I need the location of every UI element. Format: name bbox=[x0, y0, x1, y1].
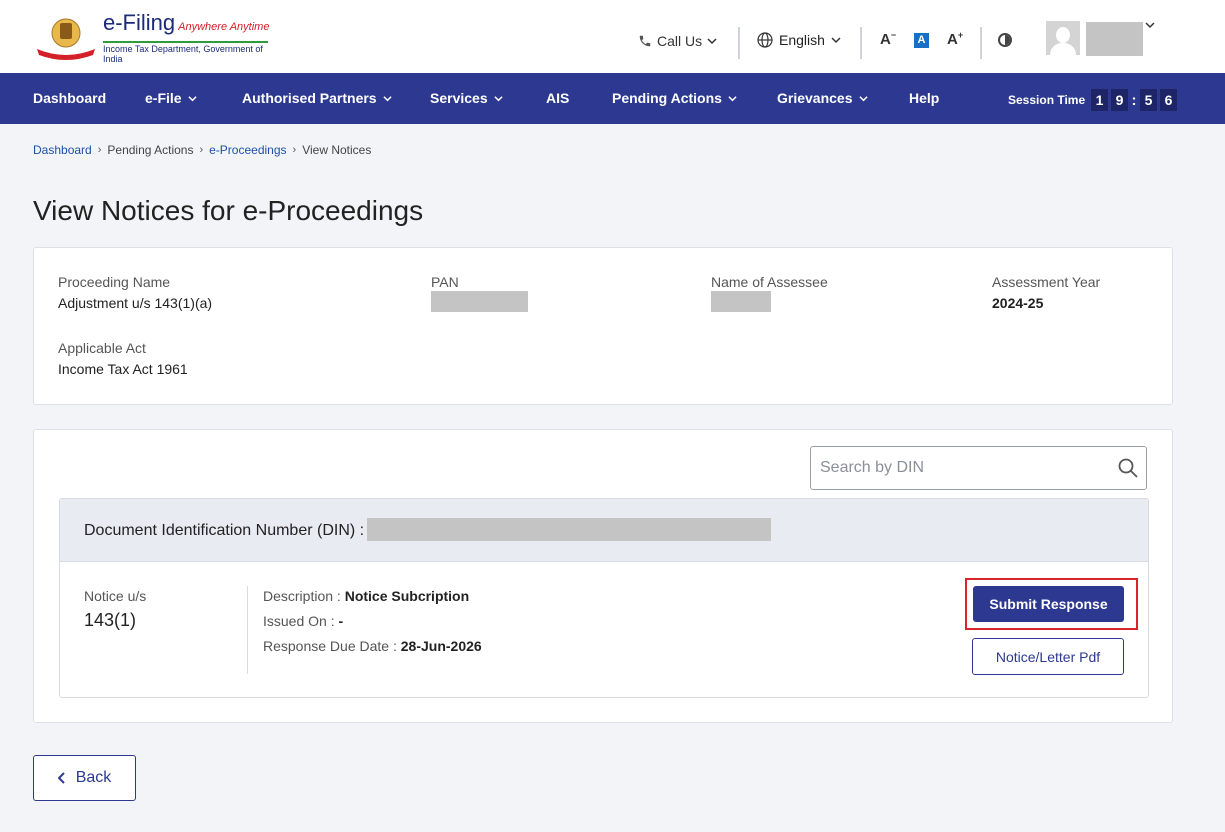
session-colon: : bbox=[1131, 91, 1137, 109]
emblem-icon bbox=[33, 15, 99, 61]
call-us-label: Call Us bbox=[657, 33, 703, 49]
breadcrumb-e-proceedings[interactable]: e-Proceedings bbox=[209, 143, 286, 157]
notices-card: Document Identification Number (DIN) : N… bbox=[33, 429, 1173, 723]
nav-efile[interactable]: e-File bbox=[145, 90, 197, 106]
nav-help[interactable]: Help bbox=[909, 90, 939, 106]
language-label: English bbox=[779, 32, 825, 48]
breadcrumb-pending-actions: Pending Actions bbox=[107, 143, 194, 157]
description-label: Description : bbox=[263, 588, 341, 604]
nav-services[interactable]: Services bbox=[430, 90, 503, 106]
back-label: Back bbox=[75, 769, 112, 786]
contrast-icon[interactable] bbox=[998, 33, 1012, 47]
header-divider bbox=[980, 27, 982, 59]
session-timer: 1 9 : 5 6 bbox=[1091, 89, 1177, 111]
font-decrease-button[interactable]: A− bbox=[880, 30, 896, 48]
proceeding-name-field: Proceeding Name Adjustment u/s 143(1)(a) bbox=[58, 274, 212, 311]
logo-tagline: Anywhere Anytime bbox=[178, 21, 270, 33]
efiling-logo[interactable]: e-Filing Anywhere Anytime Income Tax Depa… bbox=[33, 12, 269, 64]
phone-icon bbox=[639, 35, 651, 47]
chevron-down-icon[interactable] bbox=[1145, 20, 1155, 33]
chevron-right-icon: › bbox=[199, 144, 204, 156]
page-title: View Notices for e-Proceedings bbox=[33, 195, 424, 226]
proceeding-info-card: Proceeding Name Adjustment u/s 143(1)(a)… bbox=[33, 247, 1173, 405]
logo-title: e-Filing bbox=[103, 10, 176, 35]
applicable-act-label: Applicable Act bbox=[58, 340, 146, 356]
chevron-right-icon: › bbox=[292, 144, 297, 156]
header-divider bbox=[738, 27, 740, 59]
din-label: Document Identification Number (DIN) : bbox=[84, 522, 365, 539]
session-time-label: Session Time bbox=[1008, 93, 1086, 107]
back-button[interactable]: Back bbox=[33, 755, 136, 801]
language-dropdown[interactable]: English bbox=[757, 32, 841, 48]
notice-section-label: Notice u/s bbox=[84, 588, 147, 604]
assessee-label: Name of Assessee bbox=[711, 274, 828, 290]
nav-authorised-partners[interactable]: Authorised Partners bbox=[242, 90, 392, 106]
due-date-value: 28-Jun-2026 bbox=[400, 638, 482, 654]
logo-subtitle: Income Tax Department, Government of Ind… bbox=[103, 41, 268, 64]
din-search-input[interactable] bbox=[820, 458, 1110, 478]
font-reset-button[interactable]: A bbox=[914, 33, 929, 48]
notice-item: Document Identification Number (DIN) : N… bbox=[59, 498, 1149, 698]
assessment-year-value: 2024-25 bbox=[992, 295, 1044, 311]
chevron-down-icon bbox=[707, 38, 717, 45]
session-digit: 1 bbox=[1091, 89, 1108, 111]
din-header: Document Identification Number (DIN) : bbox=[60, 499, 1148, 562]
issued-on-label: Issued On : bbox=[263, 613, 335, 629]
assessee-redacted bbox=[711, 291, 771, 312]
description-value: Notice Subcription bbox=[344, 588, 470, 604]
chevron-down-icon bbox=[831, 37, 841, 44]
din-search-box bbox=[810, 446, 1147, 490]
proceeding-name-value: Adjustment u/s 143(1)(a) bbox=[58, 295, 213, 311]
vertical-divider bbox=[247, 586, 248, 674]
chevron-down-icon bbox=[187, 95, 197, 101]
chevron-left-icon bbox=[57, 772, 65, 784]
nav-dashboard[interactable]: Dashboard bbox=[33, 90, 106, 106]
due-date-row: Response Due Date : 28-Jun-2026 bbox=[263, 638, 482, 654]
nav-pending-actions[interactable]: Pending Actions bbox=[612, 90, 737, 106]
issued-on-row: Issued On : - bbox=[263, 613, 343, 629]
description-row: Description : Notice Subcription bbox=[263, 588, 469, 604]
breadcrumb-dashboard[interactable]: Dashboard bbox=[33, 143, 92, 157]
top-header: e-Filing Anywhere Anytime Income Tax Depa… bbox=[0, 0, 1225, 73]
applicable-act-value: Income Tax Act 1961 bbox=[58, 361, 188, 377]
submit-response-button[interactable]: Submit Response bbox=[973, 586, 1124, 622]
nav-ais[interactable]: AIS bbox=[546, 90, 569, 106]
din-redacted bbox=[367, 518, 771, 541]
call-us-dropdown[interactable]: Call Us bbox=[638, 33, 717, 49]
pan-label: PAN bbox=[431, 274, 459, 290]
proceeding-name-label: Proceeding Name bbox=[58, 274, 171, 290]
assessee-field: Name of Assessee bbox=[711, 274, 828, 312]
session-digit: 9 bbox=[1111, 89, 1128, 111]
chevron-down-icon bbox=[858, 95, 868, 101]
chevron-down-icon bbox=[494, 95, 503, 101]
session-digit: 6 bbox=[1160, 89, 1177, 111]
nav-grievances[interactable]: Grievances bbox=[777, 90, 868, 106]
font-increase-button[interactable]: A+ bbox=[947, 30, 963, 48]
breadcrumb: Dashboard › Pending Actions › e-Proceedi… bbox=[33, 143, 371, 157]
breadcrumb-view-notices: View Notices bbox=[302, 143, 372, 157]
pan-redacted bbox=[431, 291, 528, 312]
header-divider bbox=[860, 27, 862, 59]
assessment-year-field: Assessment Year 2024-25 bbox=[992, 274, 1100, 311]
chevron-right-icon: › bbox=[97, 144, 102, 156]
main-nav: Dashboard e-File Authorised Partners Ser… bbox=[0, 73, 1225, 124]
notice-letter-pdf-button[interactable]: Notice/Letter Pdf bbox=[972, 638, 1124, 675]
chevron-down-icon bbox=[382, 95, 392, 101]
avatar-icon[interactable] bbox=[1046, 21, 1080, 55]
pan-field: PAN bbox=[431, 274, 528, 312]
applicable-act-field: Applicable Act Income Tax Act 1961 bbox=[58, 340, 188, 377]
notice-section-value: 143(1) bbox=[84, 610, 137, 630]
assessment-year-label: Assessment Year bbox=[992, 274, 1101, 290]
issued-on-value: - bbox=[338, 613, 344, 629]
globe-icon bbox=[757, 32, 773, 48]
user-name-redacted[interactable] bbox=[1086, 22, 1143, 56]
search-icon[interactable] bbox=[1118, 458, 1138, 478]
session-digit: 5 bbox=[1140, 89, 1157, 111]
chevron-down-icon bbox=[728, 95, 737, 101]
due-date-label: Response Due Date : bbox=[263, 638, 397, 654]
